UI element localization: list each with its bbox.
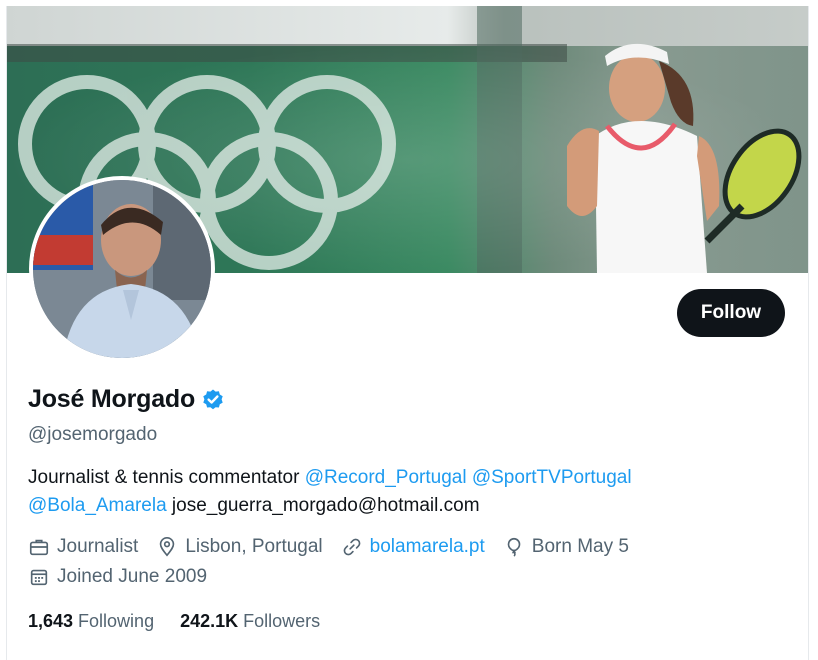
follow-stats: 1,643 Following 242.1K Followers bbox=[28, 611, 346, 632]
location-pin-icon bbox=[160, 537, 175, 557]
birthday-item: Born May 5 bbox=[503, 536, 629, 558]
following-count: 1,643 bbox=[28, 611, 74, 631]
profile-meta-row-joined: Joined June 2009 bbox=[28, 566, 225, 588]
display-name: José Morgado bbox=[28, 385, 196, 413]
profile-card: Follow José Morgado @josemorgado Journal… bbox=[6, 6, 809, 660]
bio-mention-sporttv[interactable]: @SportTVPortugal bbox=[472, 467, 632, 488]
bio-mention-record[interactable]: @Record_Portugal bbox=[305, 467, 467, 488]
calendar-icon bbox=[30, 569, 48, 586]
followers-stat[interactable]: 242.1K Followers bbox=[180, 611, 320, 632]
profession-label: Journalist bbox=[57, 536, 139, 557]
website-link[interactable]: bolamarela.pt bbox=[370, 536, 485, 558]
profession-item: Journalist bbox=[28, 536, 138, 558]
link-icon bbox=[343, 538, 361, 556]
joined-item: Joined June 2009 bbox=[28, 566, 207, 588]
bio-text: Journalist & tennis commentator bbox=[28, 467, 300, 488]
joined-label: Joined June 2009 bbox=[57, 566, 208, 587]
birthday-label: Born May 5 bbox=[531, 536, 629, 557]
verified-badge-icon[interactable] bbox=[201, 388, 225, 412]
website-item[interactable]: bolamarela.pt bbox=[341, 536, 485, 558]
following-stat[interactable]: 1,643 Following bbox=[28, 611, 154, 632]
following-label: Following bbox=[78, 611, 155, 631]
user-handle: @josemorgado bbox=[28, 424, 158, 445]
location-label: Lisbon, Portugal bbox=[185, 536, 323, 557]
briefcase-icon bbox=[29, 539, 49, 556]
balloon-icon bbox=[507, 537, 521, 557]
profile-bio: Journalist & tennis commentator @Record_… bbox=[28, 464, 728, 520]
bio-email: jose_guerra_morgado@hotmail.com bbox=[171, 495, 480, 516]
bio-mention-bola-amarela[interactable]: @Bola_Amarela bbox=[28, 495, 167, 516]
display-name-row: José Morgado bbox=[28, 385, 225, 414]
followers-count: 242.1K bbox=[180, 611, 239, 631]
profile-avatar[interactable] bbox=[29, 176, 215, 362]
followers-label: Followers bbox=[243, 611, 321, 631]
profile-meta-row: Journalist Lisbon, Portugal bolamarela.p… bbox=[28, 536, 647, 558]
follow-button[interactable]: Follow bbox=[677, 289, 785, 337]
location-item: Lisbon, Portugal bbox=[156, 536, 323, 558]
